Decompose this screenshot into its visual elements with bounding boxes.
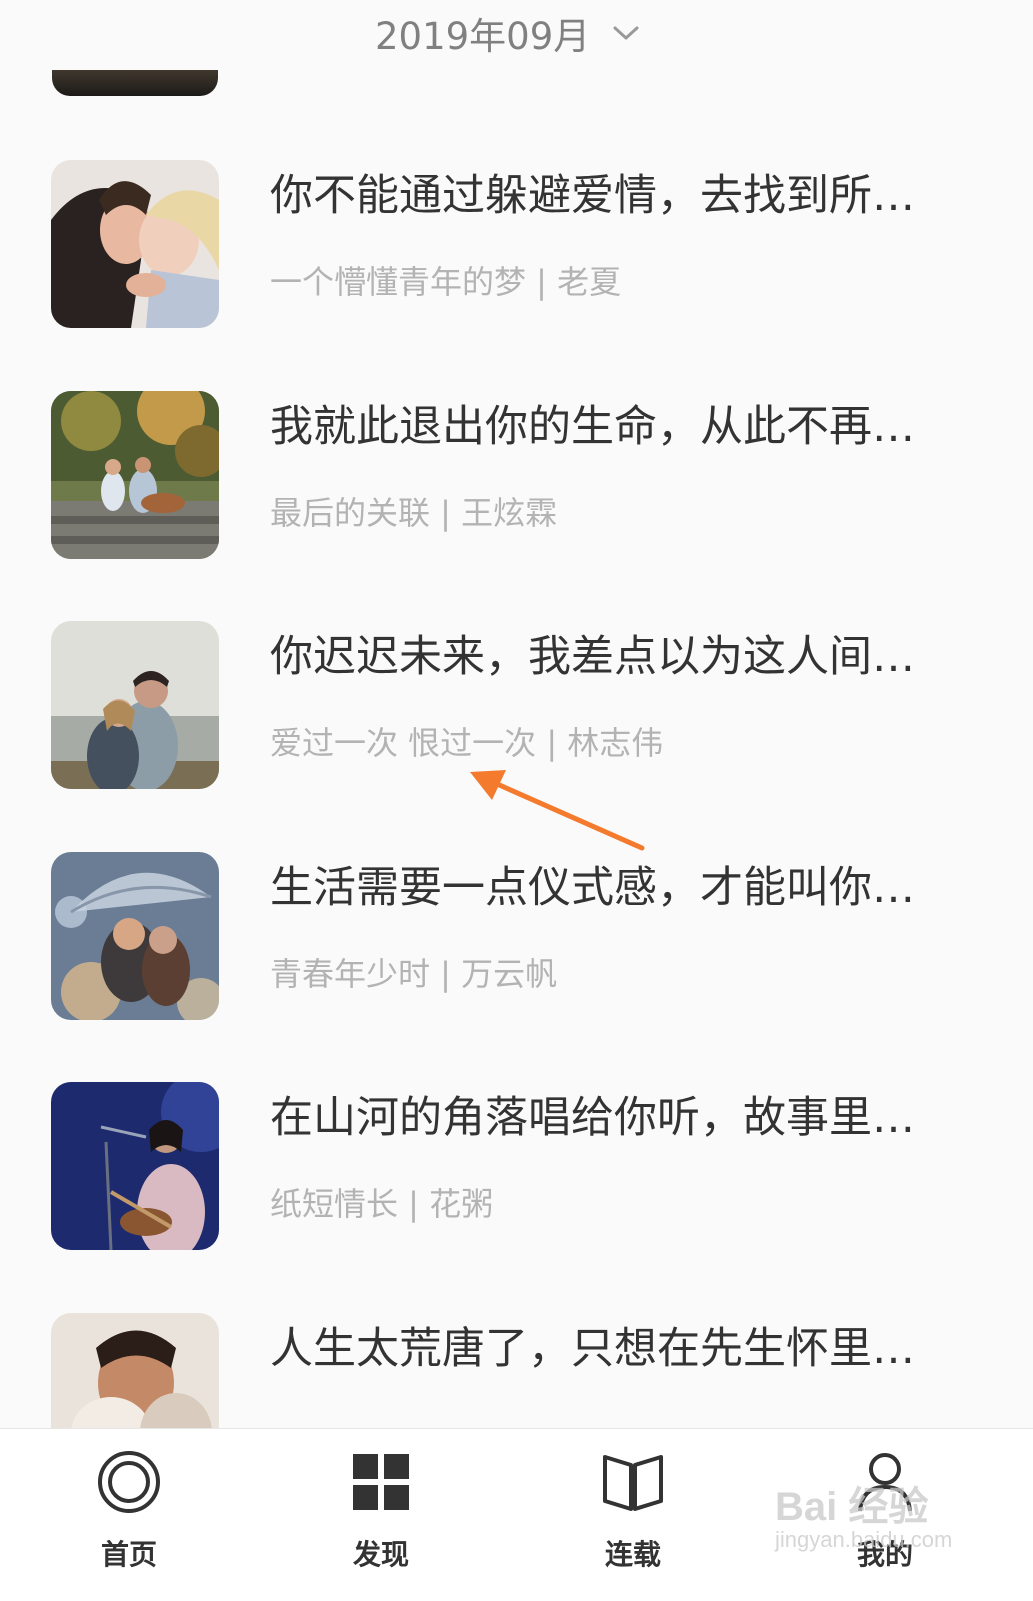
tab-label: 首页 bbox=[100, 1538, 157, 1571]
article-item[interactable]: 人生太荒唐了，只想在先生怀里… bbox=[0, 1313, 1033, 1428]
tab-discover[interactable]: 发现 bbox=[252, 1429, 510, 1601]
month-label: 2019年09月 bbox=[375, 15, 591, 58]
article-title[interactable]: 在山河的角落唱给你听，故事里… bbox=[270, 1090, 970, 1146]
article-meta: 最后的关联 | 王炫霖 bbox=[270, 494, 558, 532]
article-meta: 青春年少时 | 万云帆 bbox=[270, 955, 558, 993]
tab-home[interactable]: 首页 bbox=[0, 1429, 258, 1601]
article-thumbnail[interactable] bbox=[51, 1082, 219, 1250]
tab-label: 连载 bbox=[604, 1538, 661, 1571]
article-title[interactable]: 我就此退出你的生命，从此不再… bbox=[270, 399, 970, 455]
article-meta: 纸短情长 | 花粥 bbox=[270, 1185, 494, 1223]
article-thumbnail[interactable] bbox=[51, 391, 219, 559]
tab-serial[interactable]: 连载 bbox=[504, 1429, 762, 1601]
book-icon bbox=[603, 1455, 663, 1511]
chevron-down-icon bbox=[613, 26, 639, 40]
article-title[interactable]: 你迟迟未来，我差点以为这人间… bbox=[270, 629, 970, 685]
month-selector[interactable]: 2019年09月 bbox=[375, 8, 640, 58]
month-header: 2019年09月 bbox=[0, 0, 1033, 70]
article-thumbnail[interactable] bbox=[51, 1313, 219, 1428]
article-thumbnail[interactable] bbox=[51, 160, 219, 328]
grid-icon bbox=[353, 1454, 409, 1510]
article-title[interactable]: 人生太荒唐了，只想在先生怀里… bbox=[270, 1321, 970, 1377]
user-icon bbox=[858, 1453, 912, 1512]
home-ring-icon bbox=[98, 1451, 160, 1513]
article-title[interactable]: 你不能通过躲避爱情，去找到所… bbox=[270, 168, 970, 224]
article-list: 你不能通过躲避爱情，去找到所… 一个懵懂青年的梦 | 老夏 我就此退出你的生命，… bbox=[0, 0, 1033, 1428]
tab-label: 我的 bbox=[856, 1538, 913, 1571]
article-item[interactable]: 生活需要一点仪式感，才能叫你… 青春年少时 | 万云帆 bbox=[0, 852, 1033, 1082]
article-item[interactable]: 我就此退出你的生命，从此不再… 最后的关联 | 王炫霖 bbox=[0, 391, 1033, 621]
article-thumbnail[interactable] bbox=[51, 621, 219, 789]
article-meta: 爱过一次 恨过一次 | 林志伟 bbox=[270, 724, 664, 762]
article-thumbnail[interactable] bbox=[51, 852, 219, 1020]
article-meta: 一个懵懂青年的梦 | 老夏 bbox=[270, 263, 622, 301]
bottom-tab-bar: 首页 发现 连载 我的 bbox=[0, 1428, 1033, 1601]
article-item[interactable]: 在山河的角落唱给你听，故事里… 纸短情长 | 花粥 bbox=[0, 1082, 1033, 1312]
annotation-arrow-icon bbox=[470, 770, 645, 851]
tab-mine[interactable]: 我的 bbox=[756, 1429, 1014, 1601]
tab-label: 发现 bbox=[352, 1538, 409, 1571]
article-title[interactable]: 生活需要一点仪式感，才能叫你… bbox=[270, 860, 970, 916]
article-item[interactable]: 你不能通过躲避爱情，去找到所… 一个懵懂青年的梦 | 老夏 bbox=[0, 160, 1033, 390]
